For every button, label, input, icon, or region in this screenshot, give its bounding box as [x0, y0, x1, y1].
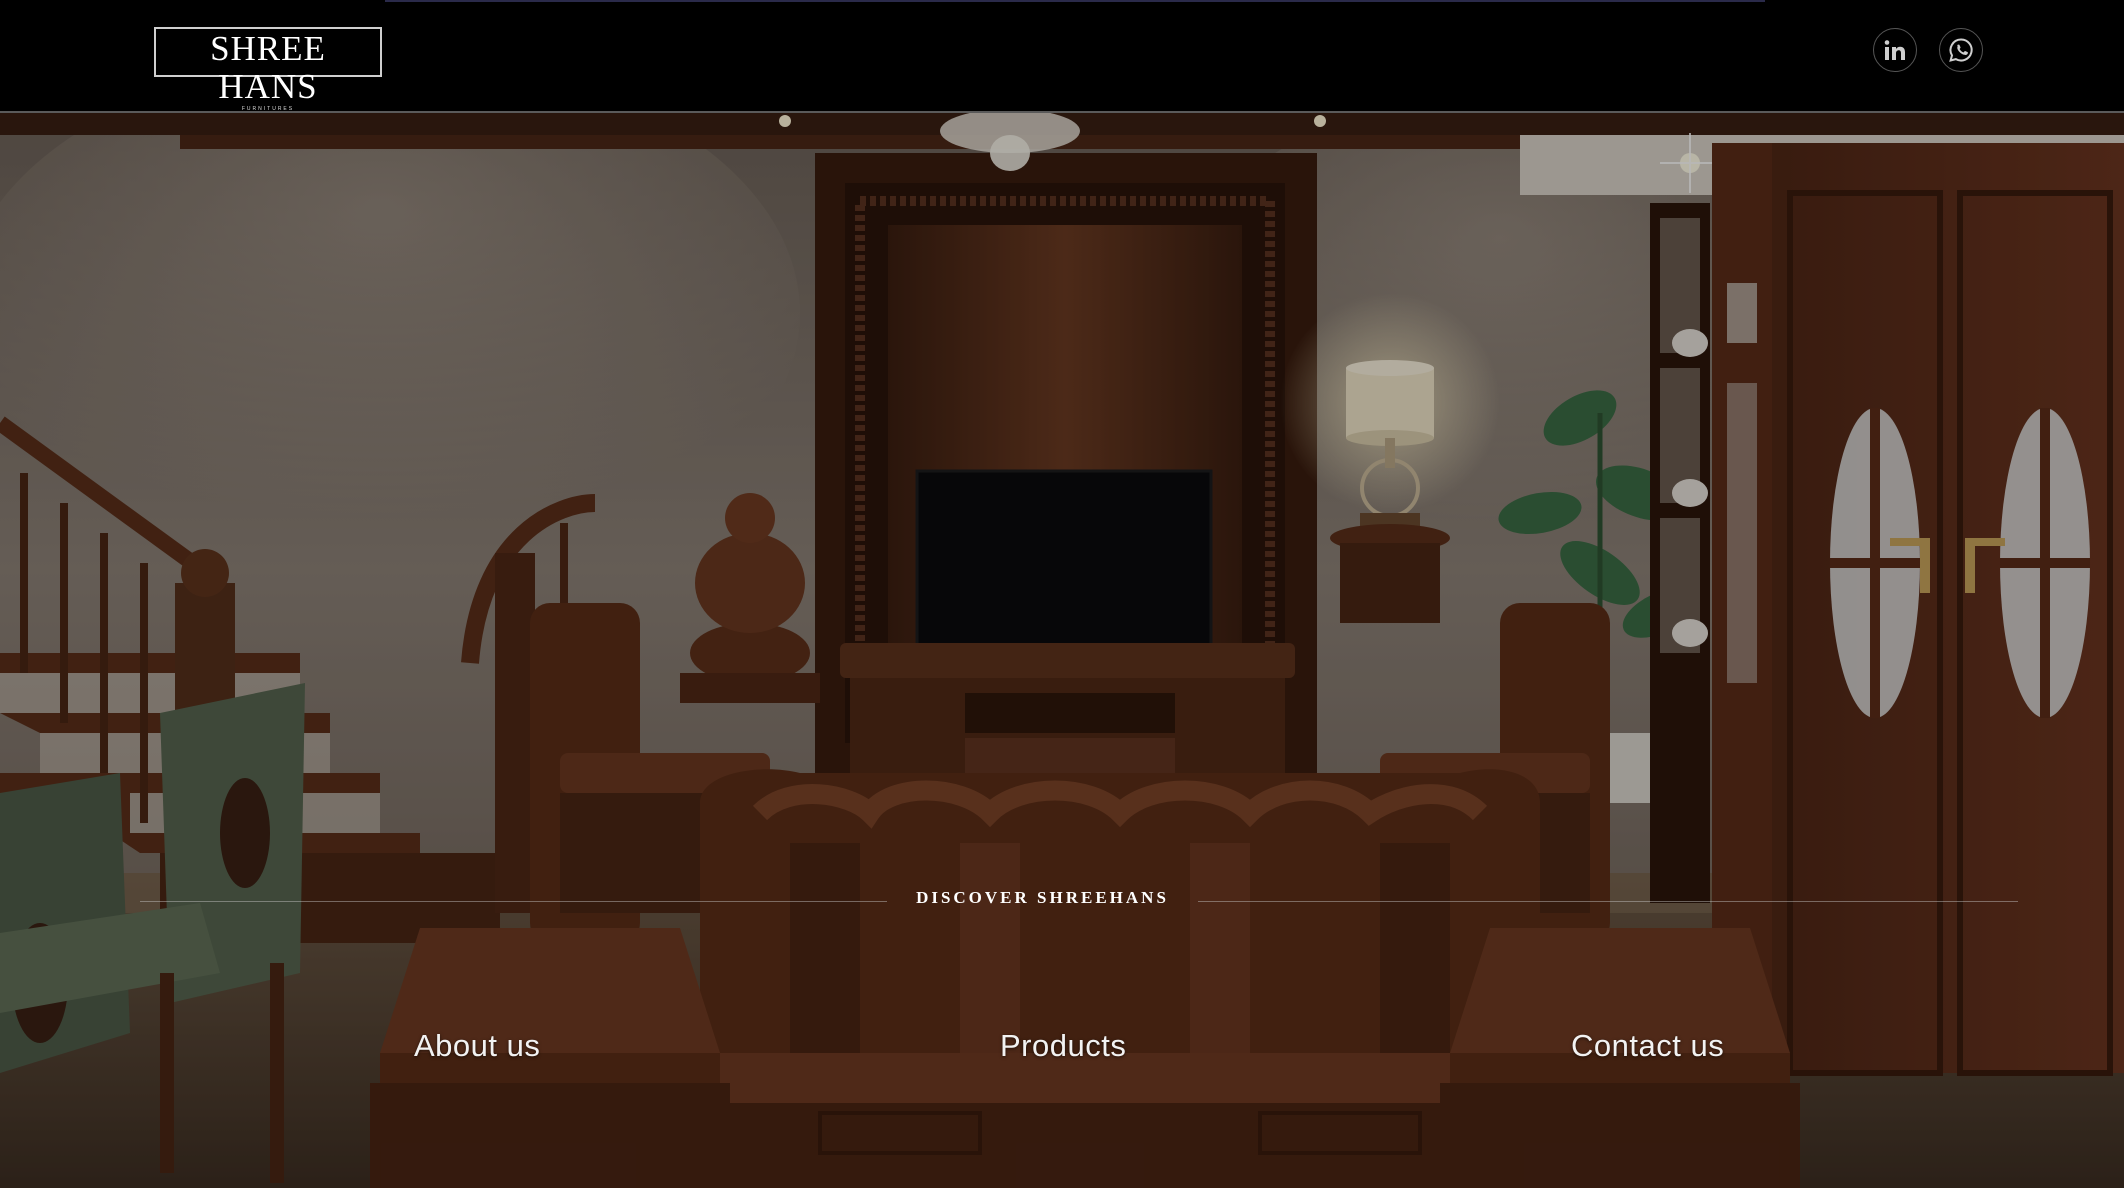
divider-left [140, 901, 887, 902]
logo-wordmark: SHREE HANS [210, 29, 326, 106]
hero-dim-overlay [0, 113, 2124, 1188]
whatsapp-icon [1948, 37, 1974, 63]
site-logo[interactable]: SHREE HANS FURNITURES [154, 27, 382, 112]
whatsapp-button[interactable] [1939, 28, 1983, 72]
hero-banner [0, 113, 2124, 1188]
discover-label: DISCOVER SHREEHANS [916, 888, 1169, 907]
linkedin-icon [1883, 38, 1907, 62]
logo-tagline: FURNITURES [241, 106, 295, 112]
divider-right [1198, 901, 2018, 902]
contact-us-link[interactable]: Contact us [1571, 1028, 1724, 1064]
header-top-accent [385, 0, 1765, 2]
about-us-link[interactable]: About us [414, 1028, 540, 1064]
linkedin-button[interactable] [1873, 28, 1917, 72]
products-link[interactable]: Products [1000, 1028, 1126, 1064]
site-header: SHREE HANS FURNITURES [0, 0, 2124, 113]
